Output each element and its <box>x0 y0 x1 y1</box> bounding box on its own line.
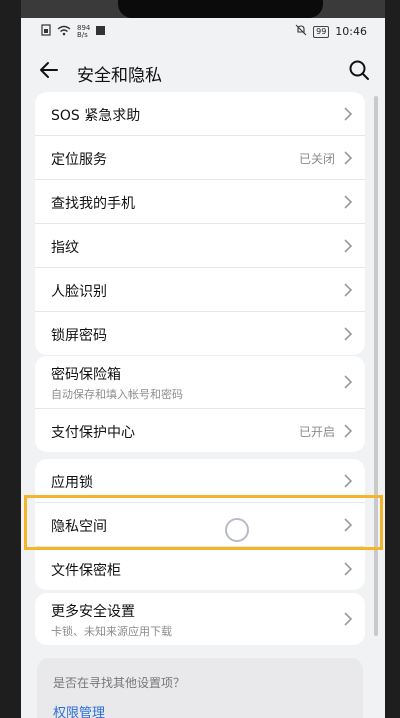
settings-item-file-safe[interactable]: 文件保密柜 <box>35 547 365 590</box>
settings-item-lock-screen-password[interactable]: 锁屏密码 <box>35 312 365 355</box>
item-label: 支付保护中心 <box>51 425 135 441</box>
item-label: 密码保险箱 <box>51 367 121 383</box>
chevron-right-icon <box>344 195 353 209</box>
phone-frame: 894 B/s 99 10:46 安全和隐私 SOS 紧急求助 定位服务 已关闭… <box>0 0 400 718</box>
item-label: 人脸识别 <box>51 284 107 300</box>
settings-item-sos[interactable]: SOS 紧急求助 <box>35 92 365 136</box>
suggestion-card: 是否在寻找其他设置项？ 权限管理 <box>37 658 363 718</box>
item-label: 锁屏密码 <box>51 328 107 344</box>
net-speed-unit: B/s <box>77 30 88 39</box>
back-arrow-icon[interactable] <box>37 58 61 82</box>
settings-item-fingerprint[interactable]: 指纹 <box>35 224 365 268</box>
status-left: 894 B/s <box>41 24 106 39</box>
mute-icon <box>295 24 307 39</box>
settings-group-1: SOS 紧急求助 定位服务 已关闭 查找我的手机 指纹 人脸识别 锁屏密码 <box>35 92 365 355</box>
chevron-right-icon <box>344 474 353 488</box>
settings-group-4: 更多安全设置 卡锁、未知来源应用下载 <box>35 593 365 645</box>
settings-group-2: 密码保险箱 自动保存和填入帐号和密码 支付保护中心 已开启 <box>35 356 365 452</box>
settings-item-find-phone[interactable]: 查找我的手机 <box>35 180 365 224</box>
chevron-right-icon <box>344 375 353 389</box>
wifi-icon <box>57 25 71 39</box>
camera-notch <box>118 0 323 18</box>
item-label: 应用锁 <box>51 475 93 491</box>
item-label: 文件保密柜 <box>51 563 121 579</box>
item-label: 更多安全设置 <box>51 604 135 620</box>
search-icon[interactable] <box>347 58 371 82</box>
chevron-right-icon <box>344 151 353 165</box>
notification-icon <box>96 25 106 38</box>
suggestion-link[interactable]: 权限管理 <box>53 702 105 718</box>
clock: 10:46 <box>335 25 367 38</box>
chevron-right-icon <box>344 562 353 576</box>
scrollbar[interactable] <box>374 96 378 636</box>
item-label: SOS 紧急求助 <box>51 108 141 124</box>
touch-indicator <box>225 518 249 542</box>
tutorial-highlight-box <box>24 495 383 550</box>
screen: 894 B/s 99 10:46 安全和隐私 SOS 紧急求助 定位服务 已关闭… <box>21 0 385 718</box>
suggestion-question: 是否在寻找其他设置项？ <box>53 676 186 690</box>
item-subtitle: 卡锁、未知来源应用下载 <box>51 625 172 638</box>
settings-item-payment-protection[interactable]: 支付保护中心 已开启 <box>35 409 365 452</box>
status-bar: 894 B/s 99 10:46 <box>21 18 385 48</box>
settings-item-location[interactable]: 定位服务 已关闭 <box>35 136 365 180</box>
chevron-right-icon <box>344 239 353 253</box>
chevron-right-icon <box>344 612 353 626</box>
item-subtitle: 自动保存和填入帐号和密码 <box>51 388 183 401</box>
chevron-right-icon <box>344 283 353 297</box>
item-status: 已关闭 <box>298 152 335 166</box>
item-status: 已开启 <box>298 425 335 439</box>
settings-item-password-vault[interactable]: 密码保险箱 自动保存和填入帐号和密码 <box>35 356 365 409</box>
settings-item-face-recognition[interactable]: 人脸识别 <box>35 268 365 312</box>
item-label: 指纹 <box>51 240 79 256</box>
chevron-right-icon <box>344 424 353 438</box>
page-title: 安全和隐私 <box>77 66 162 86</box>
net-speed: 894 B/s <box>77 24 90 39</box>
chevron-right-icon <box>344 107 353 121</box>
chevron-right-icon <box>344 327 353 341</box>
item-label: 查找我的手机 <box>51 196 135 212</box>
settings-item-more-security[interactable]: 更多安全设置 卡锁、未知来源应用下载 <box>35 593 365 645</box>
item-label: 定位服务 <box>51 152 107 168</box>
battery-icon: 99 <box>313 25 330 38</box>
status-right: 99 10:46 <box>295 24 367 39</box>
sim-icon <box>41 24 51 39</box>
title-bar: 安全和隐私 <box>21 48 385 94</box>
